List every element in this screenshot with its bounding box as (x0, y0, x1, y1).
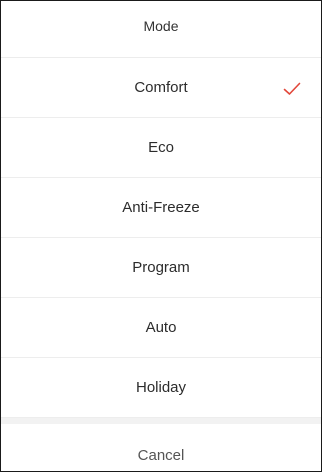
option-label: Program (132, 259, 190, 276)
option-holiday[interactable]: Holiday (1, 358, 321, 418)
option-label: Auto (145, 319, 177, 336)
cancel-label: Cancel (137, 446, 185, 464)
option-program[interactable]: Program (1, 238, 321, 298)
option-label: Eco (148, 139, 174, 156)
sheet-title: Mode (143, 18, 179, 34)
mode-option-list: Comfort Eco Anti-Freeze Program Auto Hol… (1, 58, 321, 418)
cancel-button[interactable]: Cancel (1, 424, 321, 472)
option-label: Anti-Freeze (122, 199, 200, 216)
mode-action-sheet: Mode Comfort Eco Anti-Freeze Program Aut… (0, 0, 322, 472)
sheet-header: Mode (1, 1, 321, 58)
option-auto[interactable]: Auto (1, 298, 321, 358)
option-label: Holiday (135, 379, 187, 396)
option-eco[interactable]: Eco (1, 118, 321, 178)
option-anti-freeze[interactable]: Anti-Freeze (1, 178, 321, 238)
option-comfort[interactable]: Comfort (1, 58, 321, 118)
checkmark-icon (283, 82, 301, 95)
option-label: Comfort (134, 79, 188, 96)
